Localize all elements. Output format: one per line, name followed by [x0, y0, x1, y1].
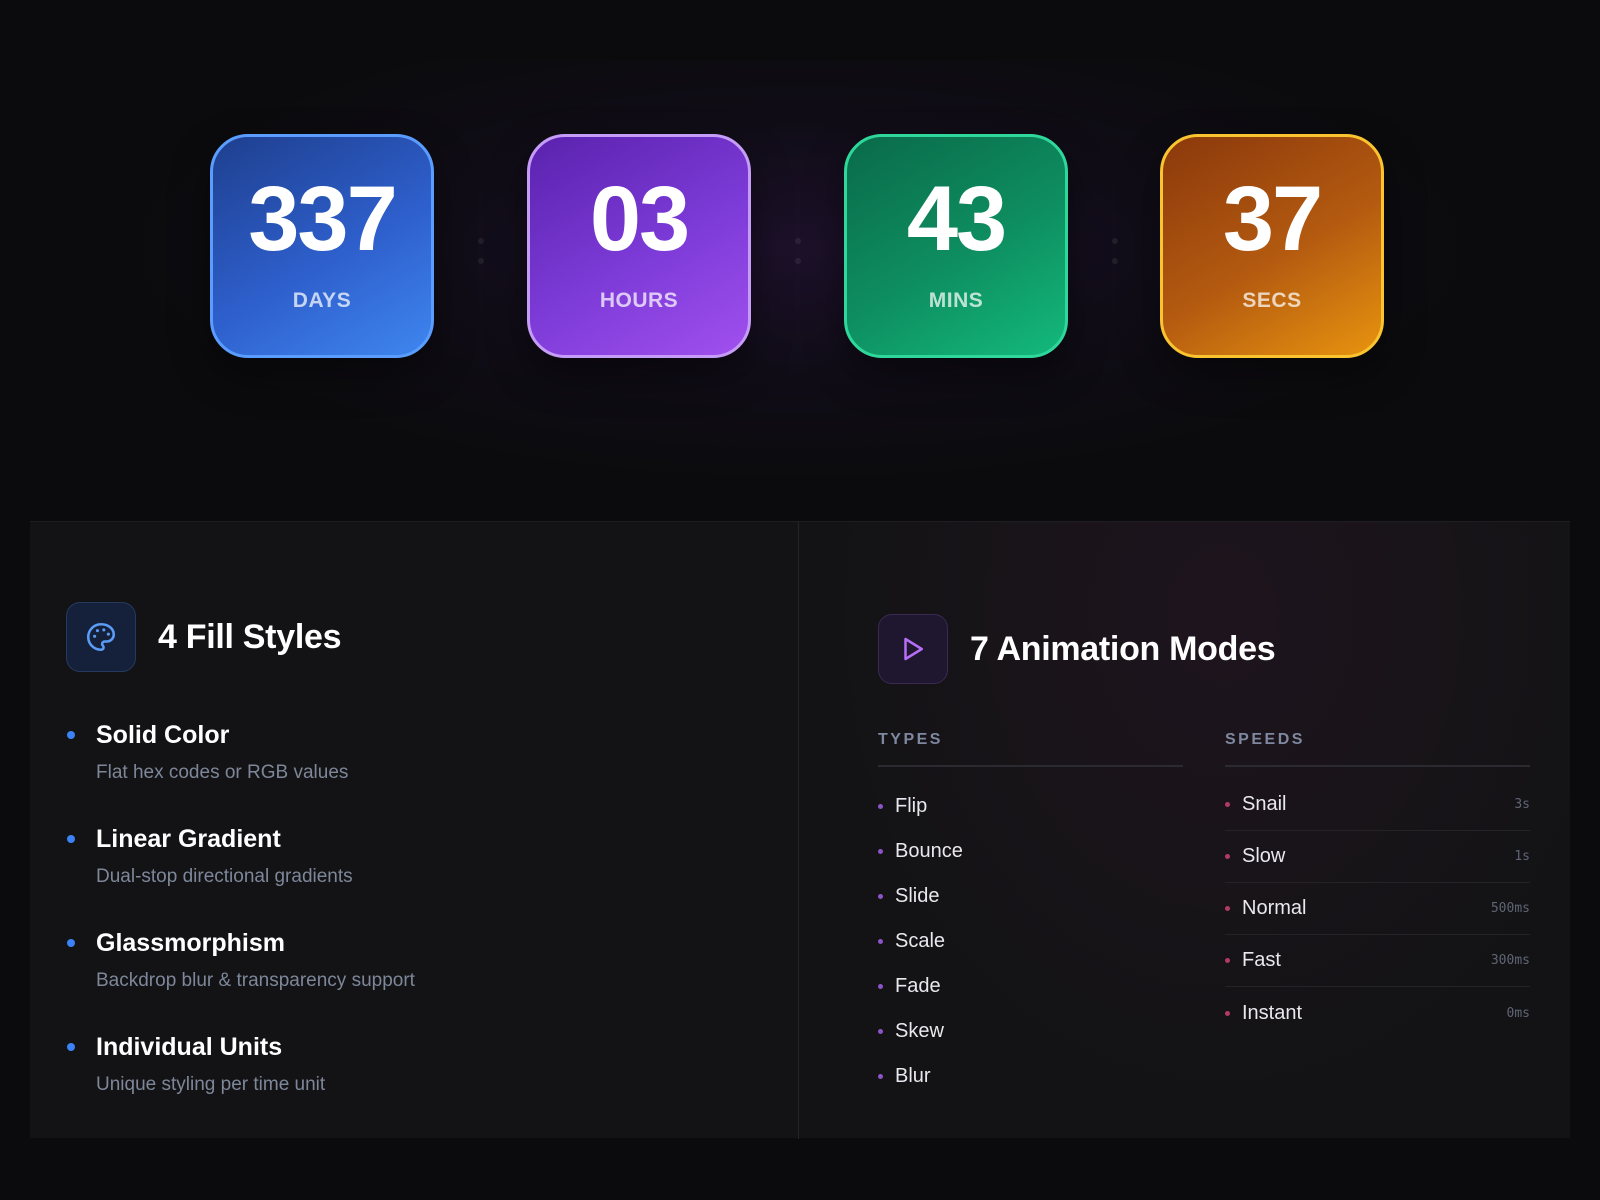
- separator: [794, 238, 802, 264]
- speed-value: 500ms: [1490, 901, 1530, 916]
- type-label: Scale: [895, 930, 946, 952]
- type-item: Scale: [878, 919, 963, 964]
- type-label: Fade: [895, 975, 941, 997]
- bullet-dot: [1225, 1010, 1230, 1016]
- list-item: Glassmorphism Backdrop blur & transparen…: [66, 929, 415, 1034]
- feature-title: Linear Gradient: [96, 825, 281, 853]
- speed-item: Fast 300ms: [1225, 935, 1530, 987]
- bullet-dot: [878, 984, 883, 989]
- fill-styles-header: 4 Fill Styles: [66, 602, 341, 672]
- hours-label: HOURS: [599, 289, 679, 312]
- mins-value: 43: [906, 168, 1007, 270]
- bullet-dot: [878, 1029, 883, 1034]
- type-item: Fade: [878, 964, 963, 1009]
- speeds-list: Snail 3s Slow 1s Normal 500ms Fast 300ms…: [1225, 779, 1530, 1039]
- bullet-dot: [67, 835, 75, 843]
- type-item: Blur: [878, 1054, 963, 1099]
- separator: [477, 238, 485, 264]
- fill-styles-title: 4 Fill Styles: [158, 617, 342, 656]
- list-item: Individual Units Unique styling per time…: [66, 1033, 415, 1138]
- page: 337 DAYS 03 HOURS 43 MINS 37 SECS 4 Fill…: [0, 0, 1600, 1200]
- feature-title: Solid Color: [96, 721, 230, 749]
- list-item: Solid Color Flat hex codes or RGB values: [66, 721, 415, 826]
- bullet-dot: [67, 939, 75, 947]
- speed-item: Normal 500ms: [1225, 883, 1530, 935]
- separator: [1111, 238, 1119, 264]
- days-value: 337: [248, 168, 397, 270]
- type-item: Flip: [878, 784, 963, 829]
- speed-item: Slow 1s: [1225, 831, 1530, 883]
- bullet-dot: [878, 804, 883, 809]
- types-list: Flip Bounce Slide Scale Fade Skew Blur: [878, 784, 963, 1099]
- mins-unit: 43 MINS: [844, 134, 1068, 358]
- speed-name: Normal: [1242, 897, 1307, 919]
- speed-value: 300ms: [1490, 953, 1530, 968]
- fill-styles-list: Solid Color Flat hex codes or RGB values…: [66, 721, 415, 1138]
- column-divider: [798, 522, 799, 1139]
- feature-desc: Dual-stop directional gradients: [96, 865, 353, 887]
- speeds-rule: [1225, 765, 1530, 767]
- types-rule: [878, 765, 1183, 767]
- type-label: Flip: [895, 795, 928, 817]
- speed-item: Instant 0ms: [1225, 987, 1530, 1039]
- days-label: DAYS: [292, 289, 352, 312]
- bullet-dot: [1225, 854, 1230, 859]
- type-label: Bounce: [895, 840, 963, 862]
- mins-label: MINS: [928, 289, 984, 312]
- speed-item: Snail 3s: [1225, 779, 1530, 831]
- list-item: Linear Gradient Dual-stop directional gr…: [66, 825, 415, 930]
- days-unit: 337 DAYS: [210, 134, 434, 358]
- secs-value: 37: [1222, 168, 1323, 270]
- hours-value: 03: [589, 168, 690, 270]
- bullet-dot: [67, 1043, 75, 1051]
- speed-value: 0ms: [1506, 1005, 1530, 1021]
- type-label: Blur: [895, 1065, 931, 1087]
- type-item: Slide: [878, 874, 963, 919]
- speed-name: Snail: [1242, 793, 1287, 815]
- palette-icon: [66, 602, 136, 672]
- hours-unit: 03 HOURS: [527, 134, 751, 358]
- type-label: Skew: [895, 1020, 944, 1042]
- type-item: Bounce: [878, 829, 963, 874]
- bullet-dot: [1225, 802, 1230, 807]
- speeds-heading: SPEEDS: [1225, 731, 1305, 748]
- bullet-dot: [1225, 958, 1230, 963]
- feature-title: Individual Units: [96, 1033, 283, 1061]
- play-icon: [878, 614, 948, 684]
- speed-name: Fast: [1242, 949, 1281, 971]
- countdown-timer: 337 DAYS 03 HOURS 43 MINS 37 SECS: [0, 0, 1600, 500]
- animation-modes-header: 7 Animation Modes: [878, 614, 1276, 684]
- secs-unit: 37 SECS: [1160, 134, 1384, 358]
- features-panel: 4 Fill Styles Solid Color Flat hex codes…: [30, 521, 1570, 1139]
- speed-name: Slow: [1242, 845, 1286, 867]
- types-heading: TYPES: [878, 731, 943, 748]
- speed-name: Instant: [1242, 1001, 1303, 1024]
- secs-label: SECS: [1242, 289, 1302, 312]
- bullet-dot: [878, 849, 883, 854]
- bullet-dot: [878, 939, 883, 944]
- feature-desc: Flat hex codes or RGB values: [96, 761, 349, 783]
- bullet-dot: [878, 1074, 883, 1079]
- speed-value: 3s: [1514, 797, 1530, 812]
- feature-title: Glassmorphism: [96, 929, 285, 957]
- type-item: Skew: [878, 1009, 963, 1054]
- bullet-dot: [1225, 906, 1230, 911]
- feature-desc: Unique styling per time unit: [96, 1073, 326, 1095]
- speed-value: 1s: [1514, 849, 1530, 864]
- animation-modes-title: 7 Animation Modes: [970, 629, 1276, 668]
- feature-desc: Backdrop blur & transparency support: [96, 969, 415, 991]
- bullet-dot: [67, 731, 75, 739]
- bullet-dot: [878, 894, 883, 899]
- type-label: Slide: [895, 885, 940, 907]
